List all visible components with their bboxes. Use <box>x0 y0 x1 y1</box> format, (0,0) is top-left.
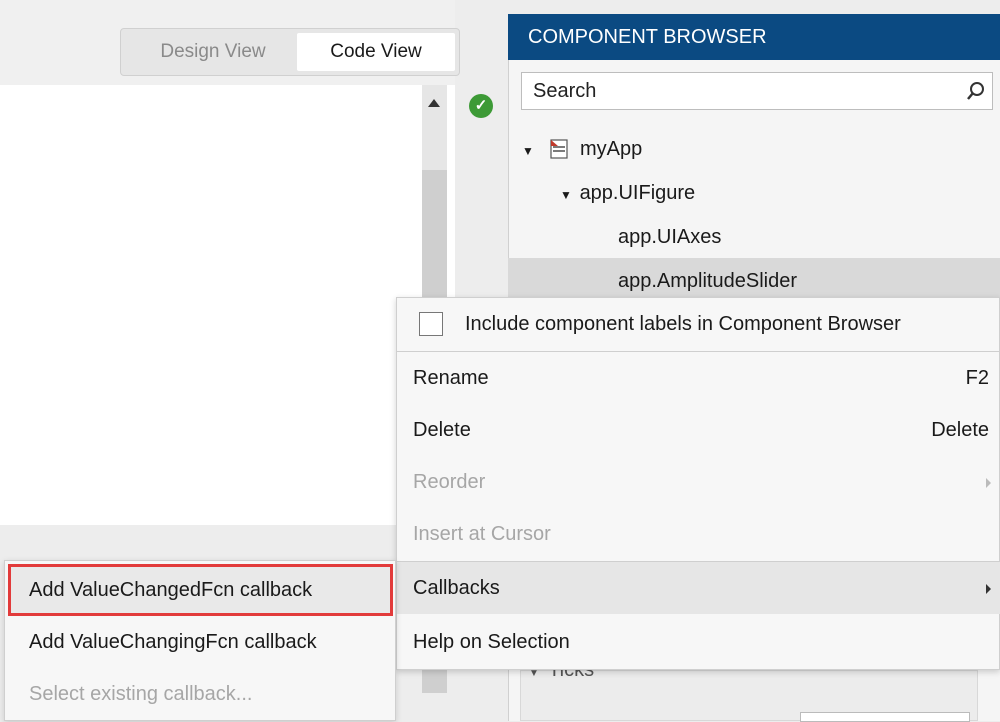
design-view-button[interactable]: Design View <box>129 33 297 71</box>
menu-item-rename[interactable]: Rename F2 <box>397 352 1000 404</box>
include-labels-checkbox[interactable] <box>419 312 443 336</box>
select-existing-callback: Select existing callback... <box>29 683 253 705</box>
menu-item-delete[interactable]: Delete Delete <box>397 404 1000 456</box>
code-view-button[interactable]: Code View <box>297 33 455 71</box>
add-valuechangingfcn-callback[interactable]: Add ValueChangingFcn callback <box>5 616 397 668</box>
tree-label-uifigure: app.UIFigure <box>579 182 696 204</box>
delete-shortcut: Delete <box>931 419 989 441</box>
scroll-up-arrow-icon[interactable] <box>428 99 440 107</box>
add-valuechangedfcn-callback[interactable]: Add ValueChangedFcn callback <box>5 564 397 616</box>
search-input[interactable]: Search <box>521 72 993 110</box>
submenu-arrow-icon <box>986 584 991 594</box>
include-labels-label: Include component labels in Component Br… <box>465 313 901 335</box>
component-browser-title: COMPONENT BROWSER <box>508 14 1000 60</box>
reorder-label: Reorder <box>413 471 486 493</box>
search-icon[interactable] <box>966 81 986 101</box>
tree-node-uifigure[interactable]: ▼ app.UIFigure <box>560 170 695 216</box>
callbacks-submenu: Add ValueChangedFcn callback Add ValueCh… <box>4 560 396 721</box>
menu-item-reorder: Reorder <box>397 456 1000 508</box>
code-editor[interactable] <box>0 85 455 525</box>
tree-node-myapp[interactable]: ▼ <box>522 126 536 172</box>
code-status-ok-icon: ✓ <box>469 94 493 118</box>
tree-label-myapp: myApp <box>580 138 643 160</box>
context-menu: Include component labels in Component Br… <box>396 297 1000 670</box>
callbacks-label: Callbacks <box>413 577 500 599</box>
rename-label: Rename <box>413 367 489 389</box>
submenu-arrow-icon <box>986 478 991 488</box>
menu-item-callbacks[interactable]: Callbacks <box>397 562 1000 614</box>
rename-shortcut: F2 <box>965 367 989 389</box>
app-file-icon <box>550 139 568 159</box>
delete-label: Delete <box>413 419 471 441</box>
expand-arrow-icon[interactable]: ▼ <box>522 128 536 174</box>
view-toggle: Design View Code View <box>120 28 460 76</box>
expand-arrow-icon[interactable]: ▼ <box>560 172 574 218</box>
include-labels-option[interactable]: Include component labels in Component Br… <box>397 298 1000 350</box>
tree-node-uiaxes[interactable]: app.UIAxes <box>618 214 721 260</box>
menu-item-insert-at-cursor: Insert at Cursor <box>413 523 551 545</box>
menu-item-help-on-selection[interactable]: Help on Selection <box>397 616 1000 668</box>
